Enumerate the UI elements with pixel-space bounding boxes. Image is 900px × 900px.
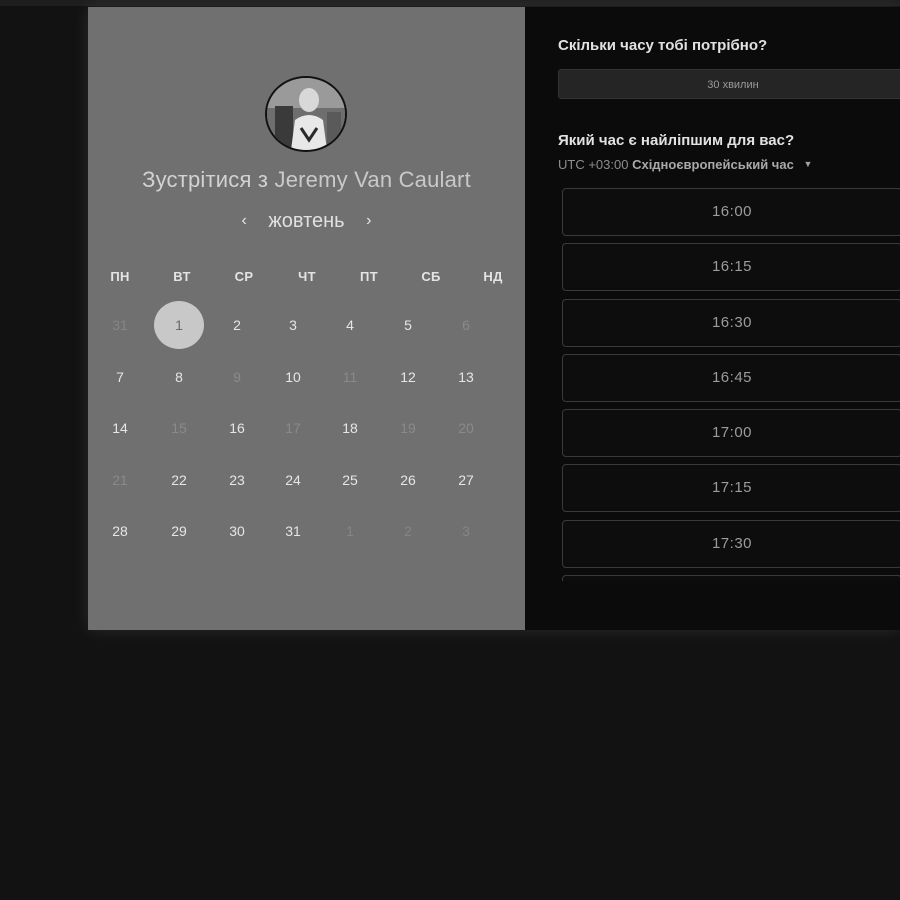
calendar-day[interactable]: 25 [330, 470, 370, 490]
calendar-day[interactable]: 27 [446, 470, 486, 490]
calendar-day: 21 [112, 472, 128, 488]
time-slot-button[interactable] [562, 575, 900, 581]
calendar-day[interactable]: 28 [100, 521, 140, 541]
calendar-day: 19 [400, 420, 416, 436]
calendar-day: 17 [285, 420, 301, 436]
calendar-day: 1 [346, 523, 354, 539]
time-slot-button[interactable]: 17:30 [562, 519, 900, 568]
time-slot-list[interactable]: 16:00 16:15 16:30 16:45 17:00 17:15 17:30 [562, 188, 900, 581]
timezone-offset: UTC +03:00 [558, 157, 629, 172]
calendar-day[interactable]: 23 [217, 470, 257, 490]
calendar-day[interactable]: 12 [388, 367, 428, 387]
timezone-name: Східноєвропейський час [632, 157, 794, 172]
calendar-day: 2 [404, 523, 412, 539]
calendar-day: 15 [171, 420, 187, 436]
calendar-day[interactable]: 16 [217, 418, 257, 438]
time-slot-button[interactable]: 16:15 [562, 243, 900, 292]
time-slot-button[interactable]: 16:30 [562, 298, 900, 347]
calendar-day[interactable]: 7 [100, 367, 140, 387]
time-slot-button[interactable]: 16:45 [562, 353, 900, 402]
scheduler-widget: Зустрітися з Jeremy Van Caulart ‹ жовтен… [88, 7, 900, 630]
time-slot-button[interactable]: 17:15 [562, 464, 900, 513]
calendar-day: 31 [112, 317, 128, 333]
calendar-day[interactable]: 31 [273, 521, 313, 541]
calendar-day[interactable]: 26 [388, 470, 428, 490]
calendar-day[interactable]: 22 [159, 470, 199, 490]
calendar-day[interactable]: 4 [330, 315, 370, 335]
calendar-day: 6 [462, 317, 470, 333]
calendar-day: 9 [233, 369, 241, 385]
calendar-day[interactable]: 2 [217, 315, 257, 335]
calendar-day[interactable]: 5 [388, 315, 428, 335]
calendar-day-selected[interactable]: 1 [154, 301, 204, 349]
calendar-day[interactable]: 30 [217, 521, 257, 541]
time-slot-button[interactable]: 17:00 [562, 409, 900, 458]
calendar-day[interactable]: 3 [273, 315, 313, 335]
duration-question: Скільки часу тобі потрібно? [558, 37, 768, 54]
calendar-day[interactable]: 14 [100, 418, 140, 438]
calendar-panel: Зустрітися з Jeremy Van Caulart ‹ жовтен… [88, 7, 525, 630]
duration-button[interactable]: 30 хвилин [558, 69, 900, 99]
calendar-day[interactable]: 8 [159, 367, 199, 387]
top-strip [0, 0, 900, 6]
calendar-day: 3 [462, 523, 470, 539]
time-slot-button[interactable]: 16:00 [562, 188, 900, 236]
calendar-day[interactable]: 13 [446, 367, 486, 387]
time-question: Який час є найліпшим для вас? [558, 132, 795, 149]
calendar-day[interactable]: 10 [273, 367, 313, 387]
time-panel: Скільки часу тобі потрібно? 30 хвилин Як… [525, 7, 900, 630]
calendar-day[interactable]: 29 [159, 521, 199, 541]
calendar-grid: 31 1 2 3 4 5 6 7 8 9 10 11 12 13 14 15 16 17 18 19 20 21 22 23 2… [88, 7, 525, 630]
calendar-day: 20 [458, 420, 474, 436]
calendar-day[interactable]: 24 [273, 470, 313, 490]
calendar-day: 11 [342, 369, 358, 385]
caret-down-icon: ▼ [803, 159, 813, 169]
calendar-day[interactable]: 18 [330, 418, 370, 438]
timezone-selector[interactable]: UTC +03:00 Східноєвропейський час ▼ [558, 157, 812, 172]
